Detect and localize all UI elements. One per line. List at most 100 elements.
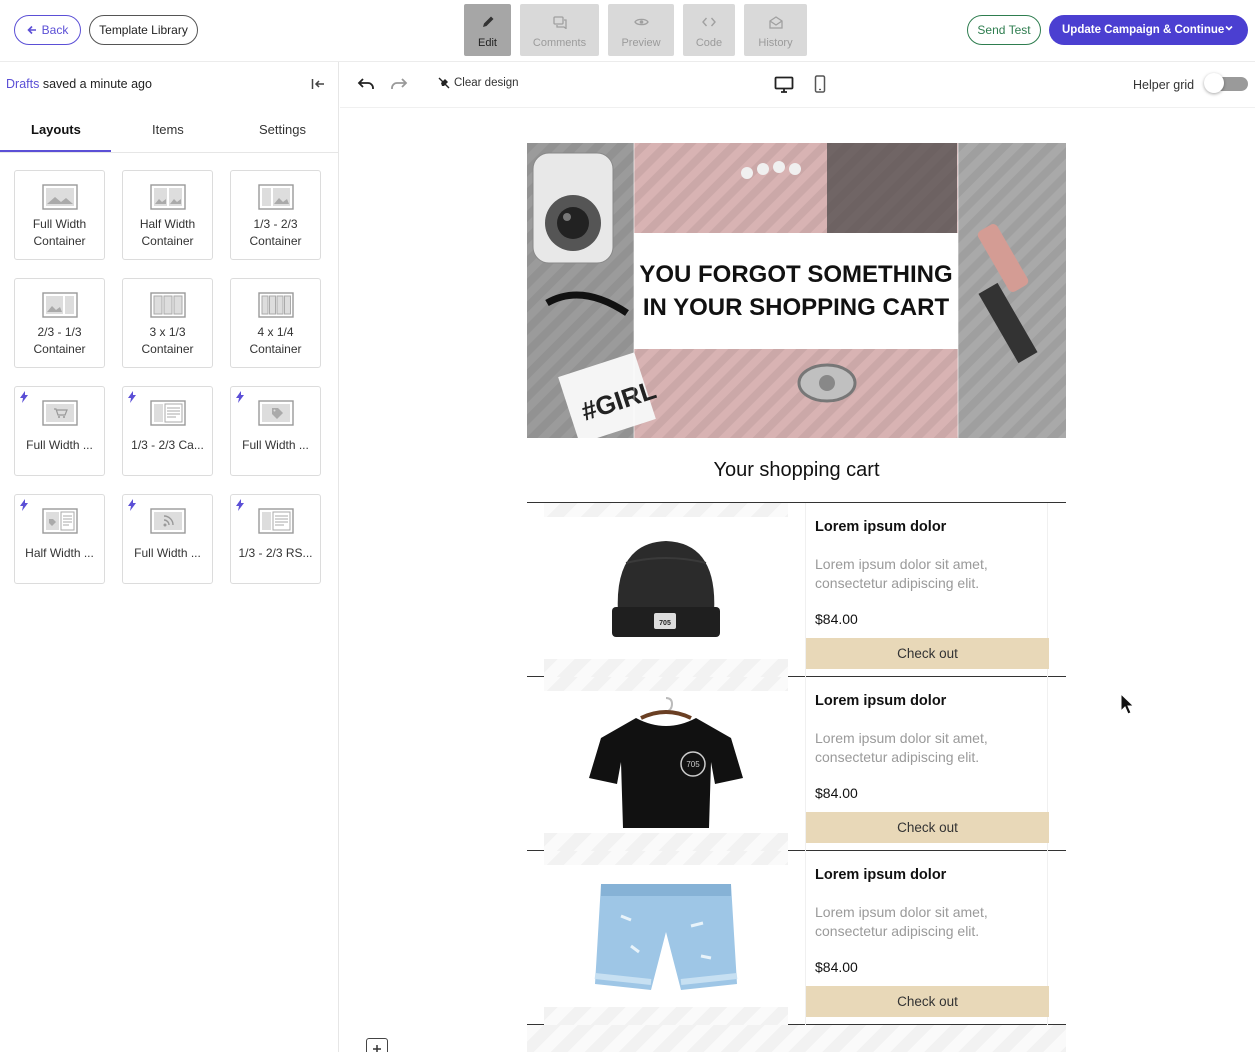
cart-heading[interactable]: Your shopping cart xyxy=(527,438,1066,503)
eye-icon xyxy=(633,15,649,29)
lightning-icon xyxy=(128,499,136,511)
clear-design-button[interactable]: Clear design xyxy=(438,77,519,89)
top-bar: Back Template Library Edit Comments Prev… xyxy=(0,0,1255,62)
lightning-icon xyxy=(236,391,244,403)
layout-label: Half Width ... xyxy=(25,546,94,560)
hero-title: YOU FORGOT SOMETHING IN YOUR SHOPPING CA… xyxy=(634,233,958,349)
rss-layout-icon xyxy=(149,506,186,536)
product-description: Lorem ipsum dolor sit amet, consectetur … xyxy=(815,730,988,765)
product-row[interactable]: Lorem ipsum dolor Lorem ipsum dolor sit … xyxy=(527,851,1066,1025)
tab-layouts[interactable]: Layouts xyxy=(31,122,81,137)
tag-half-layout-icon xyxy=(41,506,78,536)
save-status: Drafts saved a minute ago xyxy=(6,77,152,91)
active-tab-indicator xyxy=(0,150,111,152)
layout-label: Full Width ... xyxy=(26,438,93,452)
update-campaign-label: Update Campaign & Continue xyxy=(1062,24,1225,36)
layout-full-width-container[interactable]: Full Width Container xyxy=(14,170,105,260)
chevron-down-icon[interactable] xyxy=(1224,23,1234,33)
half-width-layout-icon xyxy=(149,182,186,212)
back-label: Back xyxy=(41,23,69,37)
back-button[interactable]: Back xyxy=(14,15,81,45)
editor-toolbar: Clear design Helper grid xyxy=(340,62,1255,108)
tab-history[interactable]: History xyxy=(744,4,807,56)
cart-layout-icon xyxy=(41,398,78,428)
product-image xyxy=(544,865,788,1007)
layout-label: 1/3 - 2/3 Container xyxy=(249,217,302,248)
mobile-icon[interactable] xyxy=(814,75,826,93)
lightning-icon xyxy=(128,391,136,403)
helper-grid-label: Helper grid xyxy=(1133,78,1195,92)
plus-icon xyxy=(373,1045,381,1052)
lightning-icon xyxy=(20,499,28,511)
product-price: $84.00 xyxy=(815,959,858,975)
sidebar-tabs: Layouts Items Settings xyxy=(0,107,338,153)
toggle-knob xyxy=(1204,73,1224,93)
tab-comments[interactable]: Comments xyxy=(520,4,599,56)
full-width-layout-icon xyxy=(41,182,78,212)
layout-half-width-tag[interactable]: Half Width ... xyxy=(14,494,105,584)
four-column-layout-icon xyxy=(257,290,294,320)
desktop-icon[interactable] xyxy=(774,76,794,93)
product-row[interactable]: 705 Lorem ipsum dolor Lorem ipsum dolor … xyxy=(527,677,1066,851)
tab-edit[interactable]: Edit xyxy=(464,4,511,56)
comments-icon xyxy=(552,15,567,29)
product-price: $84.00 xyxy=(815,611,858,627)
tshirt-image: 705 xyxy=(589,697,743,828)
two-thirds-one-third-layout-icon xyxy=(41,290,78,320)
product-price: $84.00 xyxy=(815,785,858,801)
sidebar: Drafts saved a minute ago Layouts Items … xyxy=(0,62,339,1052)
tab-preview-label: Preview xyxy=(621,37,661,49)
template-library-button[interactable]: Template Library xyxy=(89,15,198,45)
send-test-button[interactable]: Send Test xyxy=(967,15,1041,45)
saved-status-text: saved a minute ago xyxy=(42,77,152,91)
layout-two-thirds-one-third-container[interactable]: 2/3 - 1/3 Container xyxy=(14,278,105,368)
layout-one-third-two-thirds-container[interactable]: 1/3 - 2/3 Container xyxy=(230,170,321,260)
envelope-icon xyxy=(768,15,783,29)
lightning-icon xyxy=(20,391,28,403)
arrow-left-icon xyxy=(27,25,36,35)
product-image: 705 xyxy=(544,691,788,833)
product-image-column: 705 xyxy=(544,677,788,851)
layout-four-column-container[interactable]: 4 x 1/4 Container xyxy=(230,278,321,368)
layout-full-width-cart[interactable]: Full Width ... xyxy=(14,386,105,476)
layout-label: Full Width ... xyxy=(242,438,309,452)
layout-three-column-container[interactable]: 3 x 1/3 Container xyxy=(122,278,213,368)
hero-banner[interactable]: #GIRL YOU FORGOT SOMETHING IN YOUR SHOPP… xyxy=(527,143,1066,438)
tab-items[interactable]: Items xyxy=(152,122,184,137)
three-column-layout-icon xyxy=(149,290,186,320)
one-third-two-thirds-layout-icon xyxy=(257,182,294,212)
layout-full-width-rss[interactable]: Full Width ... xyxy=(122,494,213,584)
tab-preview[interactable]: Preview xyxy=(608,4,674,56)
svg-text:705: 705 xyxy=(659,620,671,627)
product-info: Lorem ipsum dolor Lorem ipsum dolor sit … xyxy=(805,851,1049,1025)
helper-grid-toggle[interactable] xyxy=(1204,73,1248,93)
shorts-image xyxy=(594,884,738,990)
checkout-button[interactable]: Check out xyxy=(806,638,1049,669)
drafts-link[interactable]: Drafts xyxy=(6,77,39,91)
checkout-button[interactable]: Check out xyxy=(806,812,1049,843)
tab-history-label: History xyxy=(758,37,793,49)
add-row-button[interactable] xyxy=(366,1038,388,1052)
catalog-layout-icon xyxy=(149,398,186,428)
update-campaign-button[interactable]: Update Campaign & Continue xyxy=(1049,15,1248,45)
tab-code[interactable]: Code xyxy=(683,4,735,56)
product-row[interactable]: 705 Lorem ipsum dolor Lorem ipsum dolor … xyxy=(527,503,1066,677)
layout-full-width-tag[interactable]: Full Width ... xyxy=(230,386,321,476)
redo-icon[interactable] xyxy=(390,77,408,91)
product-info: Lorem ipsum dolor Lorem ipsum dolor sit … xyxy=(805,503,1049,677)
pencil-icon xyxy=(481,15,495,29)
collapse-sidebar-icon[interactable] xyxy=(311,78,325,90)
product-image-column: 705 xyxy=(544,503,788,677)
layout-one-third-two-thirds-catalog[interactable]: 1/3 - 2/3 Ca... xyxy=(122,386,213,476)
lightning-icon xyxy=(236,499,244,511)
layout-one-third-two-thirds-rss[interactable]: 1/3 - 2/3 RS... xyxy=(230,494,321,584)
email-preview: #GIRL YOU FORGOT SOMETHING IN YOUR SHOPP… xyxy=(527,143,1066,1052)
undo-icon[interactable] xyxy=(357,77,375,91)
product-name: Lorem ipsum dolor xyxy=(815,867,947,883)
layout-label: Half Width Container xyxy=(139,217,196,248)
checkout-button[interactable]: Check out xyxy=(806,986,1049,1017)
mouse-cursor-icon xyxy=(1120,693,1134,715)
tag-layout-icon xyxy=(257,398,294,428)
tab-settings[interactable]: Settings xyxy=(259,122,306,137)
layout-half-width-container[interactable]: Half Width Container xyxy=(122,170,213,260)
